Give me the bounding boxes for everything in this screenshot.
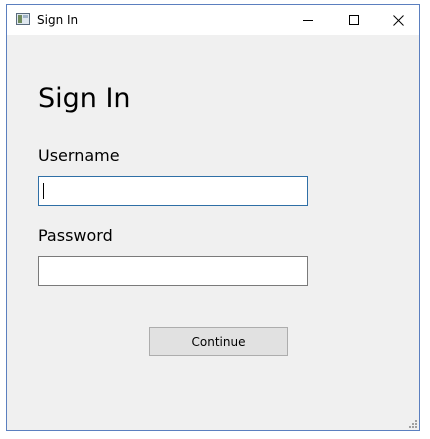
close-icon	[392, 14, 404, 26]
minimize-button[interactable]	[285, 5, 331, 35]
app-icon	[16, 13, 30, 25]
maximize-icon	[349, 15, 359, 25]
text-caret	[43, 183, 44, 199]
close-button[interactable]	[375, 5, 421, 35]
username-label: Username	[38, 146, 120, 165]
maximize-button[interactable]	[331, 5, 377, 35]
password-label: Password	[38, 226, 113, 245]
sign-in-window: Sign In Sign In Username Password Contin…	[6, 4, 420, 431]
window-title: Sign In	[37, 13, 79, 27]
minimize-icon	[303, 20, 313, 21]
page-title: Sign In	[38, 83, 131, 114]
username-field[interactable]	[38, 176, 308, 206]
password-field[interactable]	[38, 256, 308, 286]
continue-button[interactable]: Continue	[149, 327, 288, 356]
resize-grip-icon[interactable]	[407, 418, 417, 428]
title-bar[interactable]: Sign In	[7, 5, 419, 35]
